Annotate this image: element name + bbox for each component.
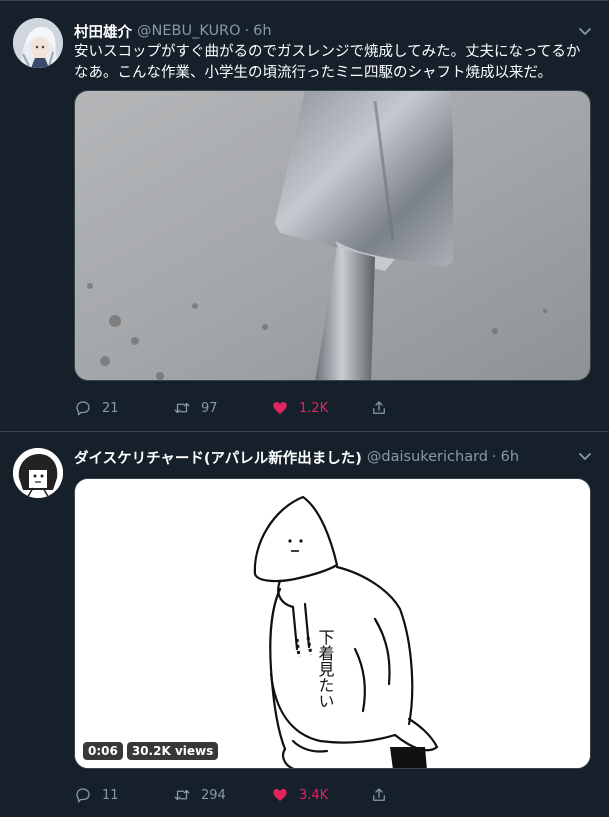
retweet-count: 97	[201, 400, 218, 416]
chevron-down-icon[interactable]	[578, 24, 592, 38]
tweet-actions: 11 294 3.4K	[74, 783, 404, 807]
tweet-2[interactable]: ダイスケリチャード(アパレル新作出ました) @daisukerichard · …	[0, 432, 609, 817]
video-badges: 0:06 30.2K views	[83, 742, 219, 760]
reply-count: 21	[102, 400, 119, 416]
reply-icon	[76, 788, 90, 803]
shovel-photo	[75, 91, 590, 380]
video-duration: 0:06	[83, 742, 123, 760]
reply-count: 11	[102, 787, 119, 803]
retweet-count: 294	[201, 787, 226, 803]
heart-icon	[273, 789, 287, 801]
retweet-icon	[174, 789, 190, 801]
reply-icon	[76, 401, 90, 416]
separator: ·	[244, 23, 250, 39]
chevron-down-icon[interactable]	[578, 449, 592, 463]
share-button[interactable]	[370, 396, 388, 420]
timestamp[interactable]: 6h	[253, 23, 271, 39]
tweet-actions: 21 97 1.2K	[74, 396, 404, 420]
avatar[interactable]	[13, 448, 63, 498]
timeline: 村田雄介 @NEBU_KURO · 6h 安いスコップがすぐ曲がるのでガスレンジ…	[0, 0, 609, 817]
avatar[interactable]	[13, 18, 63, 68]
like-count: 3.4K	[299, 787, 329, 803]
retweet-icon	[174, 402, 190, 414]
like-button[interactable]: 1.2K	[271, 396, 328, 420]
handle[interactable]: @daisukerichard	[367, 449, 488, 465]
like-button[interactable]: 3.4K	[271, 783, 328, 807]
tweet-photo[interactable]	[74, 90, 591, 381]
share-icon	[373, 788, 385, 801]
tweet-text: 安いスコップがすぐ曲がるのでガスレンジで焼成してみた。丈夫になってるかなあ。こん…	[74, 44, 581, 81]
retweet-button[interactable]: 97	[173, 396, 218, 420]
share-button[interactable]	[370, 783, 388, 807]
drawing-lettering: 下着見たい	[316, 629, 335, 709]
reply-button[interactable]: 11	[74, 783, 119, 807]
timestamp[interactable]: 6h	[501, 449, 519, 465]
drawing-video-frame: 下着見たい	[75, 479, 590, 768]
tweet-header: ダイスケリチャード(アパレル新作出ました) @daisukerichard · …	[74, 446, 519, 468]
display-name[interactable]: 村田雄介	[74, 21, 132, 42]
like-count: 1.2K	[299, 400, 329, 416]
share-icon	[373, 401, 385, 414]
video-views: 30.2K views	[126, 742, 219, 760]
display-name[interactable]: ダイスケリチャード(アパレル新作出ました)	[74, 447, 362, 468]
tweet-1[interactable]: 村田雄介 @NEBU_KURO · 6h 安いスコップがすぐ曲がるのでガスレンジ…	[0, 0, 609, 432]
tweet-video[interactable]: 下着見たい 0:06 30.2K views	[74, 478, 591, 769]
heart-icon	[273, 402, 287, 414]
separator: ·	[492, 449, 497, 465]
tweet-header: 村田雄介 @NEBU_KURO · 6h	[74, 20, 272, 42]
retweet-button[interactable]: 294	[173, 783, 226, 807]
reply-button[interactable]: 21	[74, 396, 119, 420]
handle[interactable]: @NEBU_KURO	[137, 23, 241, 39]
